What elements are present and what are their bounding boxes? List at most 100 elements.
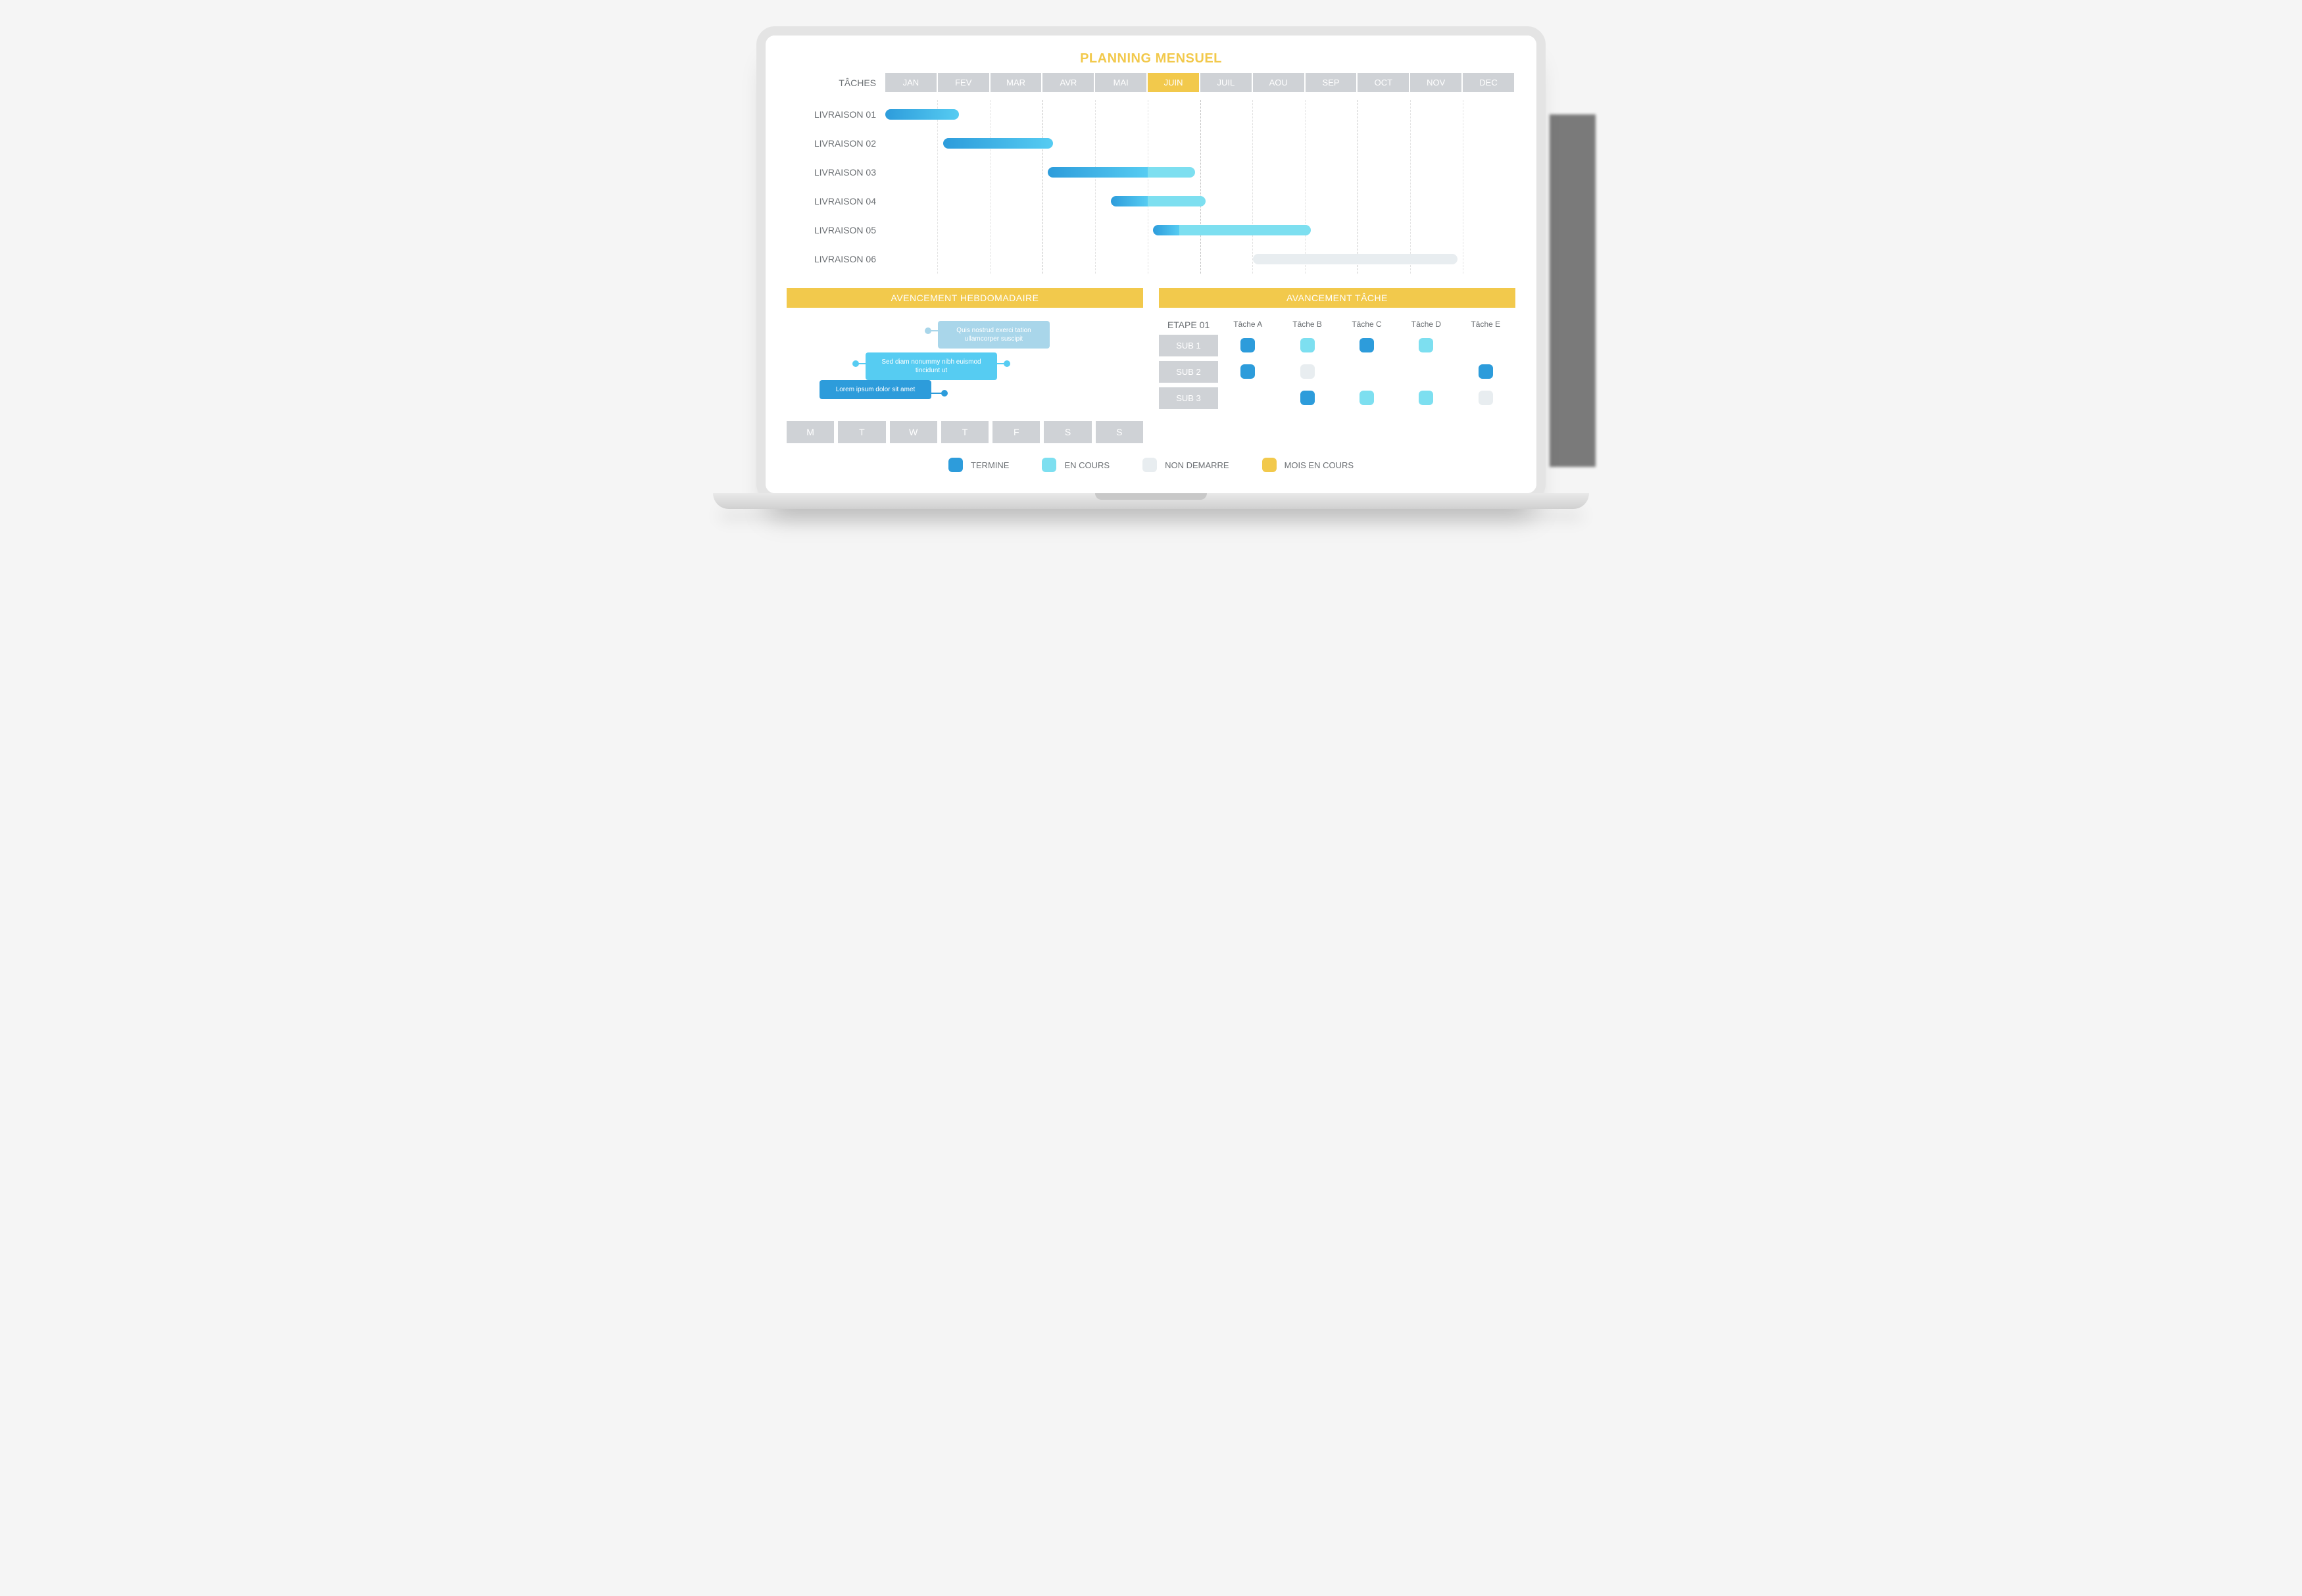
- gantt-row: LIVRAISON 05: [787, 216, 1515, 245]
- tp-column-header: Tâche A: [1218, 316, 1277, 334]
- gantt-bar[interactable]: [1111, 196, 1206, 206]
- status-square: [1419, 391, 1433, 405]
- tp-sub-label: SUB 2: [1159, 361, 1218, 383]
- month-cell[interactable]: FEV: [938, 73, 991, 92]
- bar-track: [885, 196, 1515, 206]
- legend-label: MOIS EN COURS: [1285, 460, 1354, 470]
- task-progress-header: ETAPE 01Tâche ATâche BTâche CTâche DTâch…: [1159, 316, 1515, 334]
- month-cell[interactable]: JAN: [885, 73, 938, 92]
- legend-label: EN COURS: [1064, 460, 1110, 470]
- tp-cell[interactable]: [1277, 360, 1336, 383]
- month-cell[interactable]: DEC: [1463, 73, 1515, 92]
- status-square: [1300, 338, 1315, 352]
- task-label: LIVRAISON 01: [787, 109, 885, 120]
- status-square: [1479, 364, 1493, 379]
- screen: PLANNING MENSUEL TÂCHES JANFEVMARAVRMAIJ…: [766, 36, 1536, 493]
- task-label: LIVRAISON 04: [787, 196, 885, 206]
- tp-cell[interactable]: [1396, 334, 1456, 356]
- page-title: PLANNING MENSUEL: [787, 51, 1515, 66]
- status-square: [1359, 391, 1374, 405]
- gantt-area: LIVRAISON 01LIVRAISON 02LIVRAISON 03LIVR…: [787, 100, 1515, 274]
- gantt-row: LIVRAISON 03: [787, 158, 1515, 187]
- tp-cell[interactable]: [1337, 387, 1396, 409]
- day-cell[interactable]: F: [992, 421, 1040, 443]
- weekly-title: AVENCEMENT HEBDOMADAIRE: [787, 288, 1143, 308]
- legend-item: NON DEMARRE: [1142, 458, 1229, 472]
- bar-track: [885, 225, 1515, 235]
- legend-swatch: [948, 458, 963, 472]
- laptop-base: [713, 493, 1589, 509]
- tp-cell[interactable]: [1337, 334, 1396, 356]
- gantt-bar[interactable]: [885, 109, 959, 120]
- day-cell[interactable]: W: [890, 421, 937, 443]
- tp-row: SUB 2: [1159, 360, 1515, 387]
- gantt-bar[interactable]: [1048, 167, 1195, 178]
- tp-cell[interactable]: [1277, 334, 1336, 356]
- legend-swatch: [1262, 458, 1277, 472]
- tp-column-header: Tâche C: [1337, 316, 1396, 334]
- status-square: [1479, 391, 1493, 405]
- month-cell[interactable]: JUIL: [1200, 73, 1253, 92]
- month-cell[interactable]: OCT: [1358, 73, 1410, 92]
- weekly-connector: [858, 363, 867, 364]
- status-square: [1300, 391, 1315, 405]
- weekly-bubble-1: Quis nostrud exerci tation ullamcorper s…: [938, 321, 1050, 349]
- tp-sub-label: SUB 1: [1159, 335, 1218, 356]
- day-cell[interactable]: S: [1096, 421, 1143, 443]
- month-cell[interactable]: NOV: [1410, 73, 1463, 92]
- month-cell[interactable]: JUIN: [1148, 73, 1200, 92]
- weekly-bubble-3: Lorem ipsum dolor sit amet: [820, 380, 931, 399]
- tp-sub-label: SUB 3: [1159, 387, 1218, 409]
- tp-row: SUB 1: [1159, 334, 1515, 360]
- day-cell[interactable]: T: [838, 421, 885, 443]
- bar-track: [885, 167, 1515, 178]
- bar-track: [885, 109, 1515, 120]
- tp-cell[interactable]: [1456, 360, 1515, 383]
- weekly-connector: [997, 363, 1005, 364]
- month-header: JANFEVMARAVRMAIJUINJUILAOUSEPOCTNOVDEC: [885, 73, 1515, 92]
- task-progress-panel: AVANCEMENT TÂCHE ETAPE 01Tâche ATâche BT…: [1159, 288, 1515, 443]
- day-cell[interactable]: M: [787, 421, 834, 443]
- tp-column-header: Tâche D: [1396, 316, 1456, 334]
- tp-column-header: Tâche B: [1277, 316, 1336, 334]
- weekly-body: Quis nostrud exerci tation ullamcorper s…: [787, 308, 1143, 420]
- timeline-header: TÂCHES JANFEVMARAVRMAIJUINJUILAOUSEPOCTN…: [787, 73, 1515, 92]
- tp-cell[interactable]: [1456, 387, 1515, 409]
- status-square: [1300, 364, 1315, 379]
- gantt-row: LIVRAISON 01: [787, 100, 1515, 129]
- day-cell[interactable]: S: [1044, 421, 1091, 443]
- task-label: LIVRAISON 05: [787, 225, 885, 235]
- task-progress-body: ETAPE 01Tâche ATâche BTâche CTâche DTâch…: [1159, 308, 1515, 413]
- tp-cell[interactable]: [1456, 341, 1515, 349]
- weekly-connector: [930, 330, 939, 331]
- tp-cell[interactable]: [1396, 387, 1456, 409]
- weekly-days: MTWTFSS: [787, 421, 1143, 443]
- lower-panels: AVENCEMENT HEBDOMADAIRE Quis nostrud exe…: [787, 288, 1515, 443]
- legend-item: EN COURS: [1042, 458, 1110, 472]
- weekly-bubble-2: Sed diam nonummy nibh euismod tincidunt …: [866, 352, 997, 380]
- status-square: [1240, 338, 1255, 352]
- weekly-dot: [941, 390, 948, 397]
- stage-label: ETAPE 01: [1159, 316, 1218, 334]
- tp-cell[interactable]: [1337, 368, 1396, 375]
- legend-label: NON DEMARRE: [1165, 460, 1229, 470]
- gantt-bar[interactable]: [943, 138, 1054, 149]
- tp-cell[interactable]: [1218, 394, 1277, 402]
- month-cell[interactable]: MAI: [1095, 73, 1148, 92]
- day-cell[interactable]: T: [941, 421, 989, 443]
- month-cell[interactable]: AVR: [1042, 73, 1095, 92]
- gantt-bar[interactable]: [1153, 225, 1311, 235]
- legend-item: MOIS EN COURS: [1262, 458, 1354, 472]
- tp-cell[interactable]: [1396, 368, 1456, 375]
- gantt-bar[interactable]: [1253, 254, 1457, 264]
- tp-cell[interactable]: [1218, 360, 1277, 383]
- tasks-header-label: TÂCHES: [787, 78, 885, 88]
- tp-column-header: Tâche E: [1456, 316, 1515, 334]
- month-cell[interactable]: MAR: [991, 73, 1043, 92]
- tp-cell[interactable]: [1218, 334, 1277, 356]
- month-cell[interactable]: SEP: [1306, 73, 1358, 92]
- legend-swatch: [1142, 458, 1157, 472]
- month-cell[interactable]: AOU: [1253, 73, 1306, 92]
- gantt-row: LIVRAISON 04: [787, 187, 1515, 216]
- tp-cell[interactable]: [1277, 387, 1336, 409]
